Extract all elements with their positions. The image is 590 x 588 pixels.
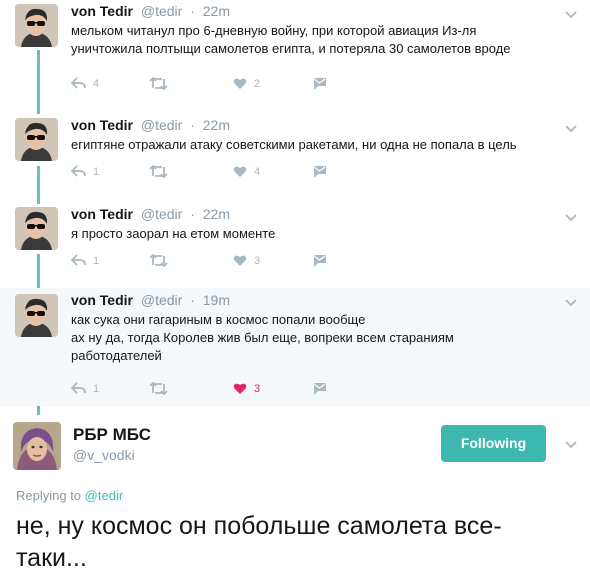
- message-button[interactable]: [312, 382, 327, 396]
- chevron-down-icon[interactable]: [564, 122, 578, 136]
- replying-to: Replying to @tedir: [16, 488, 123, 503]
- author-handle[interactable]: @tedir: [141, 117, 182, 133]
- like-count: 2: [254, 77, 261, 90]
- message-icon: [313, 255, 326, 267]
- tweet-line: уничтожила полтыщи самолетов египта, и п…: [71, 41, 511, 56]
- message-button[interactable]: [312, 165, 327, 179]
- reply-button[interactable]: 1: [71, 382, 99, 395]
- timestamp[interactable]: 19m: [203, 292, 230, 308]
- retweet-button[interactable]: [149, 165, 168, 178]
- retweet-button[interactable]: [149, 77, 168, 90]
- tweet-line: египтяне отражали атаку советскими ракет…: [71, 137, 517, 152]
- like-button[interactable]: 3: [233, 382, 260, 395]
- message-icon: [313, 166, 326, 178]
- retweet-icon: [149, 254, 168, 267]
- message-button[interactable]: [312, 77, 327, 91]
- author-name[interactable]: von Tedir: [71, 3, 133, 19]
- avatar[interactable]: [13, 422, 61, 470]
- thread-tweet[interactable]: von Tedir @tedir · 22m египтяне отражали…: [0, 114, 590, 204]
- reply-count: 1: [93, 382, 100, 395]
- like-count: 4: [254, 165, 261, 178]
- tweet-text: мельком читанул про 6-дневную войну, при…: [71, 22, 551, 58]
- thread-tweet[interactable]: von Tedir @tedir · 19m как сука они гага…: [0, 288, 590, 406]
- main-tweet-text: не, ну космос он побольше самолета все- …: [16, 510, 581, 574]
- tweet-text: я просто заорал на етом моменте: [71, 225, 551, 243]
- message-icon: [313, 383, 326, 395]
- chevron-down-icon[interactable]: [564, 8, 578, 22]
- author-name[interactable]: РБР МБС: [73, 425, 151, 445]
- like-icon: [233, 255, 247, 266]
- tweet-line: таки...: [16, 544, 87, 572]
- tweet-line: не, ну космос он побольше самолета все-: [16, 512, 502, 540]
- reply-count: 4: [93, 77, 100, 90]
- tweet-actions: 1 4: [71, 165, 331, 185]
- timestamp[interactable]: 22m: [203, 3, 230, 19]
- tweet-line: мельком читанул про 6-дневную войну, при…: [71, 23, 477, 38]
- reply-count: 1: [93, 254, 100, 267]
- tweet-line: я просто заорал на етом моменте: [71, 226, 276, 241]
- like-count: 3: [254, 382, 261, 395]
- like-count: 3: [254, 254, 261, 267]
- thread-tweet[interactable]: von Tedir @tedir · 22m мельком читанул п…: [0, 0, 590, 114]
- like-button[interactable]: 3: [233, 254, 260, 267]
- retweet-button[interactable]: [149, 382, 168, 395]
- avatar[interactable]: [15, 4, 58, 47]
- timestamp[interactable]: 22m: [203, 206, 230, 222]
- reply-icon: [71, 382, 86, 394]
- reply-button[interactable]: 1: [71, 165, 99, 178]
- replying-handle-link[interactable]: @tedir: [85, 488, 124, 503]
- tweet-actions: 4 2: [71, 77, 331, 97]
- avatar[interactable]: [15, 118, 58, 161]
- author-handle[interactable]: @tedir: [141, 3, 182, 19]
- author-name[interactable]: von Tedir: [71, 206, 133, 222]
- reply-count: 1: [93, 165, 100, 178]
- tweet-line: ах ну да, тогда Королев жив был еще, воп…: [71, 330, 454, 345]
- avatar[interactable]: [15, 294, 58, 337]
- timestamp[interactable]: 22m: [203, 117, 230, 133]
- tweet-actions: 1 3: [71, 254, 331, 274]
- separator: ·: [190, 292, 195, 308]
- chevron-down-icon[interactable]: [564, 296, 578, 310]
- like-icon: [233, 383, 247, 394]
- message-button[interactable]: [312, 254, 327, 268]
- tweet-text: как сука они гагариным в космос попали в…: [71, 311, 551, 365]
- reply-button[interactable]: 1: [71, 254, 99, 267]
- like-button[interactable]: 4: [233, 165, 260, 178]
- reply-button[interactable]: 4: [71, 77, 99, 90]
- retweet-icon: [149, 165, 168, 178]
- reply-icon: [71, 165, 86, 177]
- tweet-actions: 1 3: [71, 382, 331, 402]
- chevron-down-icon[interactable]: [564, 438, 578, 452]
- retweet-button[interactable]: [149, 254, 168, 267]
- author-name[interactable]: von Tedir: [71, 117, 133, 133]
- like-icon: [233, 78, 247, 89]
- avatar[interactable]: [15, 207, 58, 250]
- author-name[interactable]: von Tedir: [71, 292, 133, 308]
- author-handle[interactable]: @tedir: [141, 292, 182, 308]
- retweet-icon: [149, 77, 168, 90]
- author-handle[interactable]: @v_vodki: [73, 447, 135, 463]
- following-button[interactable]: Following: [441, 425, 546, 462]
- like-icon: [233, 166, 247, 177]
- tweet-text: египтяне отражали атаку советскими ракет…: [71, 136, 551, 154]
- chevron-down-icon[interactable]: [564, 211, 578, 225]
- message-icon: [313, 78, 326, 90]
- tweet-line: как сука они гагариным в космос попали в…: [71, 312, 366, 327]
- reply-icon: [71, 254, 86, 266]
- replying-label: Replying to: [16, 488, 82, 503]
- separator: ·: [190, 206, 195, 222]
- tweet-line: работодателей: [71, 348, 162, 363]
- reply-icon: [71, 77, 86, 89]
- separator: ·: [190, 3, 195, 19]
- like-button[interactable]: 2: [233, 77, 260, 90]
- separator: ·: [190, 117, 195, 133]
- thread-tweet[interactable]: von Tedir @tedir · 22m я просто заорал н…: [0, 203, 590, 292]
- retweet-icon: [149, 382, 168, 395]
- author-handle[interactable]: @tedir: [141, 206, 182, 222]
